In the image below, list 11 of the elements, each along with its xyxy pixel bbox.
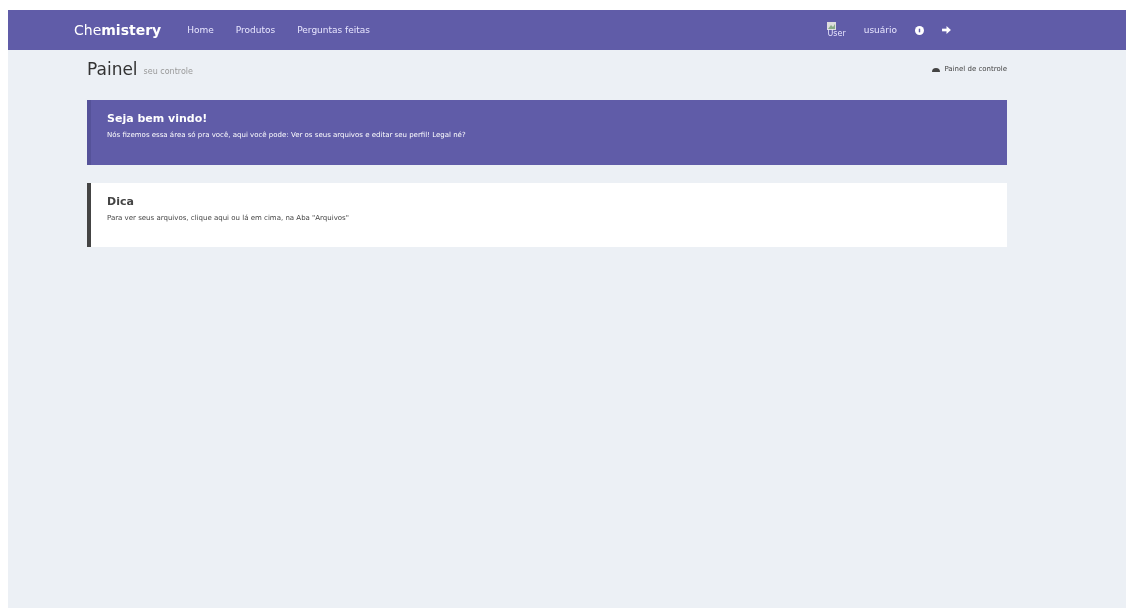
page-subtitle: seu controle (143, 67, 193, 76)
page-title: Painel (87, 59, 138, 79)
sign-out-icon[interactable] (942, 26, 951, 34)
nav-link[interactable]: Perguntas feitas (297, 25, 371, 35)
username-link[interactable]: usuário (863, 25, 897, 35)
nav-link[interactable]: Produtos (235, 25, 276, 35)
callout-title: Dica (107, 195, 135, 208)
user-image: User (827, 22, 846, 38)
brand-logo[interactable]: Chemistery (74, 22, 162, 38)
callout-title: Seja bem vindo! (107, 112, 209, 125)
nav-link[interactable]: Home (187, 25, 214, 35)
